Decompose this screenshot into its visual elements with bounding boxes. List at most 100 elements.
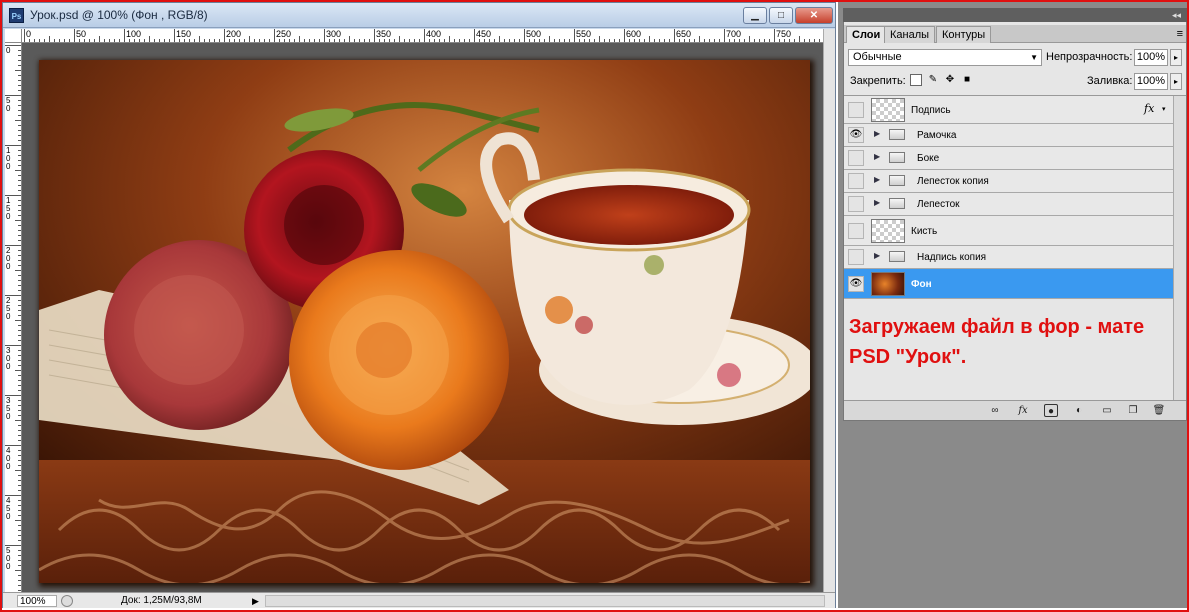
layer-group-row[interactable]: ▶ Надпись копия <box>844 246 1173 269</box>
ruler-tick <box>284 39 285 42</box>
link-layers-icon[interactable]: ∞ <box>988 404 1002 417</box>
ruler-tick <box>18 535 21 536</box>
ruler-corner[interactable] <box>5 29 22 43</box>
minimize-button[interactable]: ▁ <box>743 7 767 24</box>
add-style-fx-icon[interactable]: fx <box>1016 404 1030 417</box>
layer-name: Подпись <box>911 105 951 116</box>
ruler-tick <box>609 39 610 42</box>
lock-transparency-icon[interactable] <box>910 74 922 86</box>
ruler-tick <box>444 39 445 42</box>
ruler-tick <box>819 39 820 42</box>
ruler-tick <box>18 325 21 326</box>
layer-group-row[interactable]: 👁 ▶ Рамочка <box>844 124 1173 147</box>
panel-menu-icon[interactable]: ≡ <box>1177 26 1183 42</box>
visibility-toggle[interactable] <box>848 150 864 166</box>
ruler-tick <box>814 39 815 42</box>
ruler-tick <box>329 39 330 42</box>
ruler-tick <box>414 39 415 42</box>
expand-triangle-icon[interactable]: ▶ <box>874 152 880 161</box>
blend-mode-select[interactable]: Обычные ▼ <box>848 49 1042 66</box>
ruler-tick <box>119 39 120 42</box>
visibility-toggle[interactable] <box>848 223 864 239</box>
ruler-tick <box>519 39 520 42</box>
ruler-tick <box>139 39 140 42</box>
ruler-tick <box>404 39 405 42</box>
vertical-scrollbar[interactable] <box>823 29 835 592</box>
folder-icon <box>889 129 905 140</box>
close-button[interactable]: ✕ <box>795 7 833 24</box>
ruler-tick <box>18 235 21 236</box>
lock-all-icon[interactable]: ■ <box>961 74 973 86</box>
tab-paths[interactable]: Контуры <box>936 26 992 43</box>
fx-icon[interactable]: fx <box>1144 102 1154 115</box>
visibility-toggle[interactable] <box>848 102 864 118</box>
fill-slider-arrow-icon[interactable]: ▸ <box>1170 73 1182 90</box>
lock-brush-icon[interactable]: ✎ <box>927 74 939 86</box>
layer-group-row[interactable]: ▶ Лепесток копия <box>844 170 1173 193</box>
ruler-tick <box>54 39 55 42</box>
visibility-toggle[interactable] <box>848 173 864 189</box>
horizontal-scrollbar[interactable] <box>265 595 825 607</box>
horizontal-ruler[interactable]: 0 50 100 150 200 250 300 350 400 450 500 550 600 650 7… <box>22 29 823 43</box>
expand-triangle-icon[interactable]: ▶ <box>874 175 880 184</box>
ruler-label: 650 <box>676 29 692 39</box>
ruler-tick <box>409 39 410 42</box>
ruler-tick <box>274 29 275 42</box>
new-layer-icon[interactable]: ❐ <box>1126 404 1140 417</box>
vertical-ruler[interactable]: 050100150200250300350400450500550 <box>5 43 22 592</box>
layer-row-selected[interactable]: 👁 Фон <box>844 269 1173 299</box>
new-group-folder-icon[interactable]: ▭ <box>1100 404 1114 417</box>
lock-move-icon[interactable]: ✥ <box>944 74 956 86</box>
ruler-tick <box>18 180 21 181</box>
ruler-tick <box>494 39 495 42</box>
ruler-tick <box>15 470 21 471</box>
status-menu-arrow-icon[interactable]: ▶ <box>252 595 259 607</box>
ruler-label: 700 <box>726 29 742 39</box>
eye-icon[interactable]: 👁 <box>848 276 864 292</box>
zoom-field[interactable]: 100% <box>17 595 57 607</box>
opacity-slider-arrow-icon[interactable]: ▸ <box>1170 49 1182 66</box>
adjustment-layer-icon[interactable]: ◐ <box>1072 404 1086 417</box>
layer-name: Лепесток копия <box>917 176 989 187</box>
expand-triangle-icon[interactable]: ▶ <box>874 198 880 207</box>
ruler-tick <box>474 29 475 42</box>
canvas-area[interactable] <box>22 43 823 592</box>
expand-triangle-icon[interactable]: ▶ <box>874 129 880 138</box>
layer-group-row[interactable]: ▶ Боке <box>844 147 1173 170</box>
collapse-panels-icon[interactable]: ◂◂ <box>1172 8 1181 22</box>
ruler-tick <box>18 165 21 166</box>
ruler-tick <box>689 39 690 42</box>
ruler-tick <box>18 60 21 61</box>
ruler-tick <box>18 335 21 336</box>
layer-row[interactable]: Кисть <box>844 216 1173 246</box>
ruler-tick <box>189 39 190 42</box>
ruler-tick <box>18 135 21 136</box>
ruler-tick <box>18 565 21 566</box>
ruler-tick <box>764 39 765 42</box>
ruler-tick <box>18 465 21 466</box>
ruler-tick <box>379 39 380 42</box>
document-titlebar[interactable]: Ps Урок.psd @ 100% (Фон , RGB/8) ▁ □ ✕ <box>3 3 835 28</box>
ruler-tick <box>18 140 21 141</box>
eye-icon[interactable]: 👁 <box>848 127 864 143</box>
restore-button[interactable]: □ <box>769 7 793 24</box>
ruler-tick <box>384 39 385 42</box>
ruler-tick <box>18 585 21 586</box>
ruler-tick <box>18 455 21 456</box>
expand-triangle-icon[interactable]: ▶ <box>874 251 880 260</box>
trash-icon[interactable]: 🗑 <box>1152 404 1166 417</box>
ruler-tick <box>684 39 685 42</box>
status-icon[interactable] <box>61 595 73 607</box>
layers-scrollbar[interactable] <box>1173 96 1186 401</box>
tab-channels[interactable]: Каналы <box>884 26 936 43</box>
ruler-tick <box>15 320 21 321</box>
opacity-field[interactable]: 100% <box>1134 49 1168 66</box>
tab-layers[interactable]: Слои <box>846 26 887 43</box>
visibility-toggle[interactable] <box>848 249 864 265</box>
layer-row[interactable]: Подпись fx ▾ <box>844 96 1173 124</box>
layer-group-row[interactable]: ▶ Лепесток <box>844 193 1173 216</box>
expand-effects-icon[interactable]: ▾ <box>1162 105 1166 113</box>
visibility-toggle[interactable] <box>848 196 864 212</box>
add-mask-icon[interactable]: ● <box>1044 404 1058 417</box>
fill-field[interactable]: 100% <box>1134 73 1168 90</box>
